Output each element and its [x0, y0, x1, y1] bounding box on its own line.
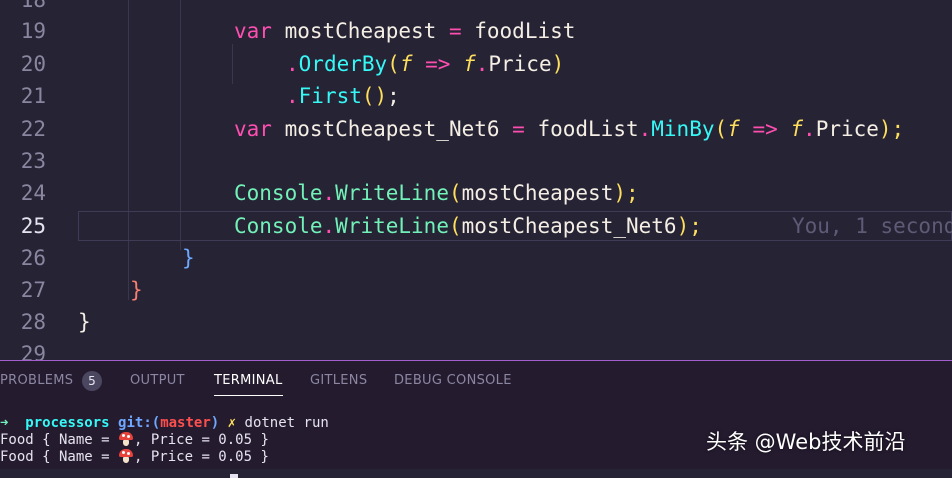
tab-terminal[interactable]: TERMINAL — [214, 373, 283, 396]
line-number: 25 — [20, 214, 46, 238]
code-line[interactable]: 28 } — [0, 306, 952, 338]
line-number: 23 — [20, 149, 46, 173]
code-line[interactable]: 23 — [0, 145, 952, 177]
code-line[interactable]: 20 .OrderBy(f => f.Price) — [0, 48, 952, 80]
code-line[interactable]: 19 var mostCheapest = foodList — [0, 15, 952, 47]
code-line[interactable]: 27 } — [0, 274, 952, 306]
line-number: 26 — [20, 246, 46, 270]
prompt-arrow-icon: ➜ — [0, 415, 9, 431]
tab-gitlens[interactable]: GITLENS — [310, 373, 367, 388]
tab-debug-console[interactable]: DEBUG CONSOLE — [394, 373, 512, 388]
code-line[interactable]: 22 var mostCheapest_Net6 = foodList.MinB… — [0, 113, 952, 145]
tab-problems[interactable]: PROBLEMS — [0, 373, 73, 388]
code-line[interactable]: 29 — [0, 338, 952, 360]
problems-count-badge: 5 — [82, 371, 102, 391]
code-text: Console.WriteLine(mostCheapest); — [234, 181, 639, 205]
terminal-output-line: Food { Name = , Price = 0.05 } — [0, 449, 269, 465]
mushroom-icon — [118, 432, 134, 446]
code-text: Console.WriteLine(mostCheapest_Net6); — [234, 214, 702, 238]
line-number: 19 — [20, 19, 46, 43]
line-number: 20 — [20, 52, 46, 76]
code-editor[interactable]: 18 19 var mostCheapest = foodList 20 .Or… — [0, 0, 952, 360]
line-number: 28 — [20, 310, 46, 334]
code-line[interactable]: 26 } — [0, 242, 952, 274]
line-number: 22 — [20, 117, 46, 141]
closing-brace: } — [78, 310, 91, 334]
git-blame-annotation: You, 1 second — [792, 214, 952, 238]
terminal-cursor — [230, 462, 238, 478]
code-text: var mostCheapest = foodList — [234, 19, 576, 43]
line-number: 29 — [20, 342, 46, 360]
code-line[interactable]: 21 .First(); — [0, 80, 952, 112]
terminal-prompt-line: ➜ processors git:(master) ✗ dotnet run — [0, 415, 329, 431]
line-number: 21 — [20, 84, 46, 108]
closing-brace: } — [130, 278, 143, 302]
code-text: .First(); — [286, 84, 400, 108]
mushroom-icon — [118, 449, 134, 463]
code-line[interactable]: 18 — [0, 0, 952, 16]
closing-brace: } — [182, 246, 195, 270]
tab-output[interactable]: OUTPUT — [130, 373, 185, 388]
terminal-output-line: Food { Name = , Price = 0.05 } — [0, 432, 269, 448]
panel-tabs: PROBLEMS 5 OUTPUT TERMINAL GITLENS DEBUG… — [0, 361, 952, 405]
line-number: 18 — [20, 0, 46, 12]
line-number: 27 — [20, 278, 46, 302]
code-text: .OrderBy(f => f.Price) — [286, 52, 565, 76]
code-line[interactable]: 24 Console.WriteLine(mostCheapest); — [0, 177, 952, 209]
code-line-current[interactable]: 25 Console.WriteLine(mostCheapest_Net6);… — [0, 210, 952, 242]
line-number: 24 — [20, 181, 46, 205]
watermark: 头条 @Web技术前沿 — [706, 430, 906, 454]
code-text: var mostCheapest_Net6 = foodList.MinBy(f… — [234, 117, 905, 141]
